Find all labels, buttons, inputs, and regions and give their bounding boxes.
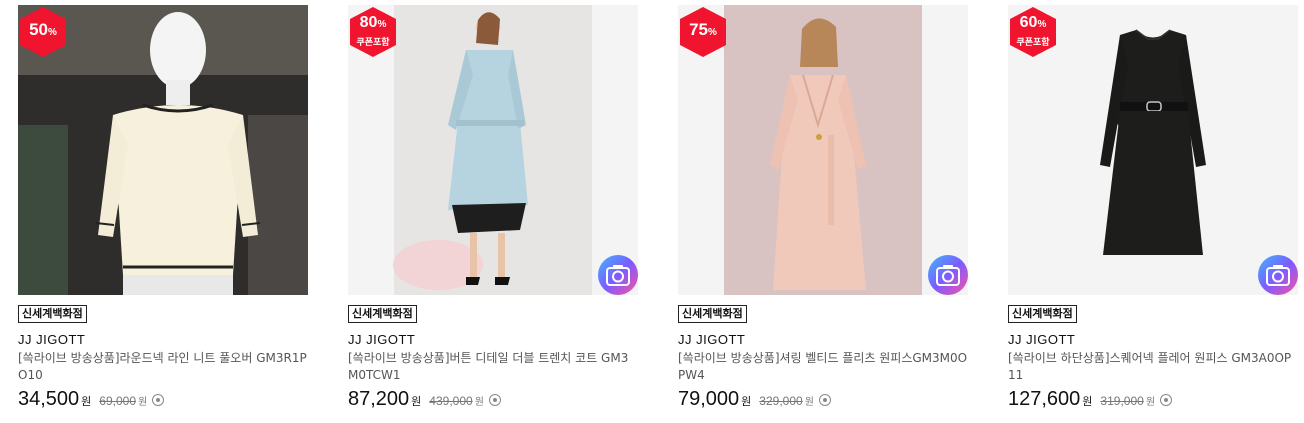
sale-price: 127,600 — [1008, 388, 1081, 410]
camera-icon[interactable] — [598, 255, 638, 295]
sale-price: 87,200 — [348, 388, 410, 410]
coupon-label: 쿠폰포함 — [356, 38, 390, 48]
info-circle-icon[interactable] — [818, 394, 831, 406]
discount-percent: 75 — [689, 20, 708, 39]
discount-badge: 75% — [680, 7, 726, 57]
percent-sign: % — [1037, 19, 1047, 30]
info-circle-icon[interactable] — [1160, 394, 1173, 406]
store-tag: 신세계백화점 — [1008, 305, 1077, 323]
original-price: 329,000 — [759, 394, 803, 408]
price-row: 127,600 원 319,000 원 — [1008, 388, 1298, 411]
discount-badge: 80% 쿠폰포함 — [350, 7, 396, 57]
product-card[interactable]: 50% 신세계백화점 JJ JIGOTT [쓱라이브 방송상품]라운드넥 라인 … — [18, 5, 308, 411]
product-title[interactable]: [쓱라이브 방송상품]라운드넥 라인 니트 풀오버 GM3R1PO10 — [18, 350, 308, 384]
percent-sign: % — [377, 19, 387, 30]
product-title[interactable]: [쓱라이브 방송상품]버튼 디테일 더블 트렌치 코트 GM3M0TCW1 — [348, 350, 638, 384]
discount-percent: 60 — [1019, 14, 1038, 31]
brand-name: JJ JIGOTT — [1008, 332, 1076, 347]
discount-badge: 60% 쿠폰포함 — [1010, 7, 1056, 57]
price-row: 34,500 원 69,000 원 — [18, 388, 308, 411]
discount-badge: 50% — [20, 7, 66, 57]
coupon-label: 쿠폰포함 — [1016, 38, 1050, 48]
price-row: 79,000 원 329,000 원 — [678, 388, 968, 411]
product-card[interactable]: 75% 신세계백화점 JJ JIGOTT [쓱라이브 방송상품]셔링 벨티드 플… — [678, 5, 968, 411]
product-image[interactable]: 60% 쿠폰포함 — [1008, 5, 1298, 295]
original-currency: 원 — [474, 397, 484, 408]
brand-name: JJ JIGOTT — [18, 332, 86, 347]
camera-icon[interactable] — [1258, 255, 1298, 295]
product-image[interactable]: 50% — [18, 5, 308, 295]
percent-sign: % — [708, 27, 717, 38]
product-title[interactable]: [쓱라이브 방송상품]셔링 벨티드 플리츠 원피스GM3M0OPW4 — [678, 350, 968, 384]
currency: 원 — [1082, 395, 1093, 408]
currency: 원 — [411, 395, 422, 408]
store-tag: 신세계백화점 — [678, 305, 747, 323]
store-tag: 신세계백화점 — [348, 305, 417, 323]
store-tag: 신세계백화점 — [18, 305, 87, 323]
original-price: 69,000 — [99, 394, 136, 408]
product-card[interactable]: 60% 쿠폰포함 신세계백화점 JJ JIGOTT [쓱라이브 하단상품]스퀘어… — [1008, 5, 1298, 411]
brand-name: JJ JIGOTT — [678, 332, 746, 347]
info-circle-icon[interactable] — [152, 394, 165, 406]
discount-percent: 50 — [29, 20, 48, 39]
percent-sign: % — [48, 27, 57, 38]
sale-price: 79,000 — [678, 388, 740, 410]
currency: 원 — [81, 395, 92, 408]
info-circle-icon[interactable] — [488, 394, 501, 406]
currency: 원 — [741, 395, 752, 408]
sale-price: 34,500 — [18, 388, 80, 410]
price-row: 87,200 원 439,000 원 — [348, 388, 638, 411]
product-image[interactable]: 80% 쿠폰포함 — [348, 5, 638, 295]
discount-percent: 80 — [359, 14, 378, 31]
product-image[interactable]: 75% — [678, 5, 968, 295]
original-currency: 원 — [804, 397, 814, 408]
original-currency: 원 — [138, 397, 148, 408]
original-price: 439,000 — [429, 394, 473, 408]
original-price: 319,000 — [1100, 394, 1144, 408]
product-card[interactable]: 80% 쿠폰포함 신세계백화점 JJ JIGOTT [쓱라이브 방송상품]버튼 … — [348, 5, 638, 411]
original-currency: 원 — [1145, 397, 1156, 408]
camera-icon[interactable] — [928, 255, 968, 295]
product-title[interactable]: [쓱라이브 하단상품]스퀘어넥 플레어 원피스 GM3A0OP11 — [1008, 350, 1298, 384]
brand-name: JJ JIGOTT — [348, 332, 416, 347]
